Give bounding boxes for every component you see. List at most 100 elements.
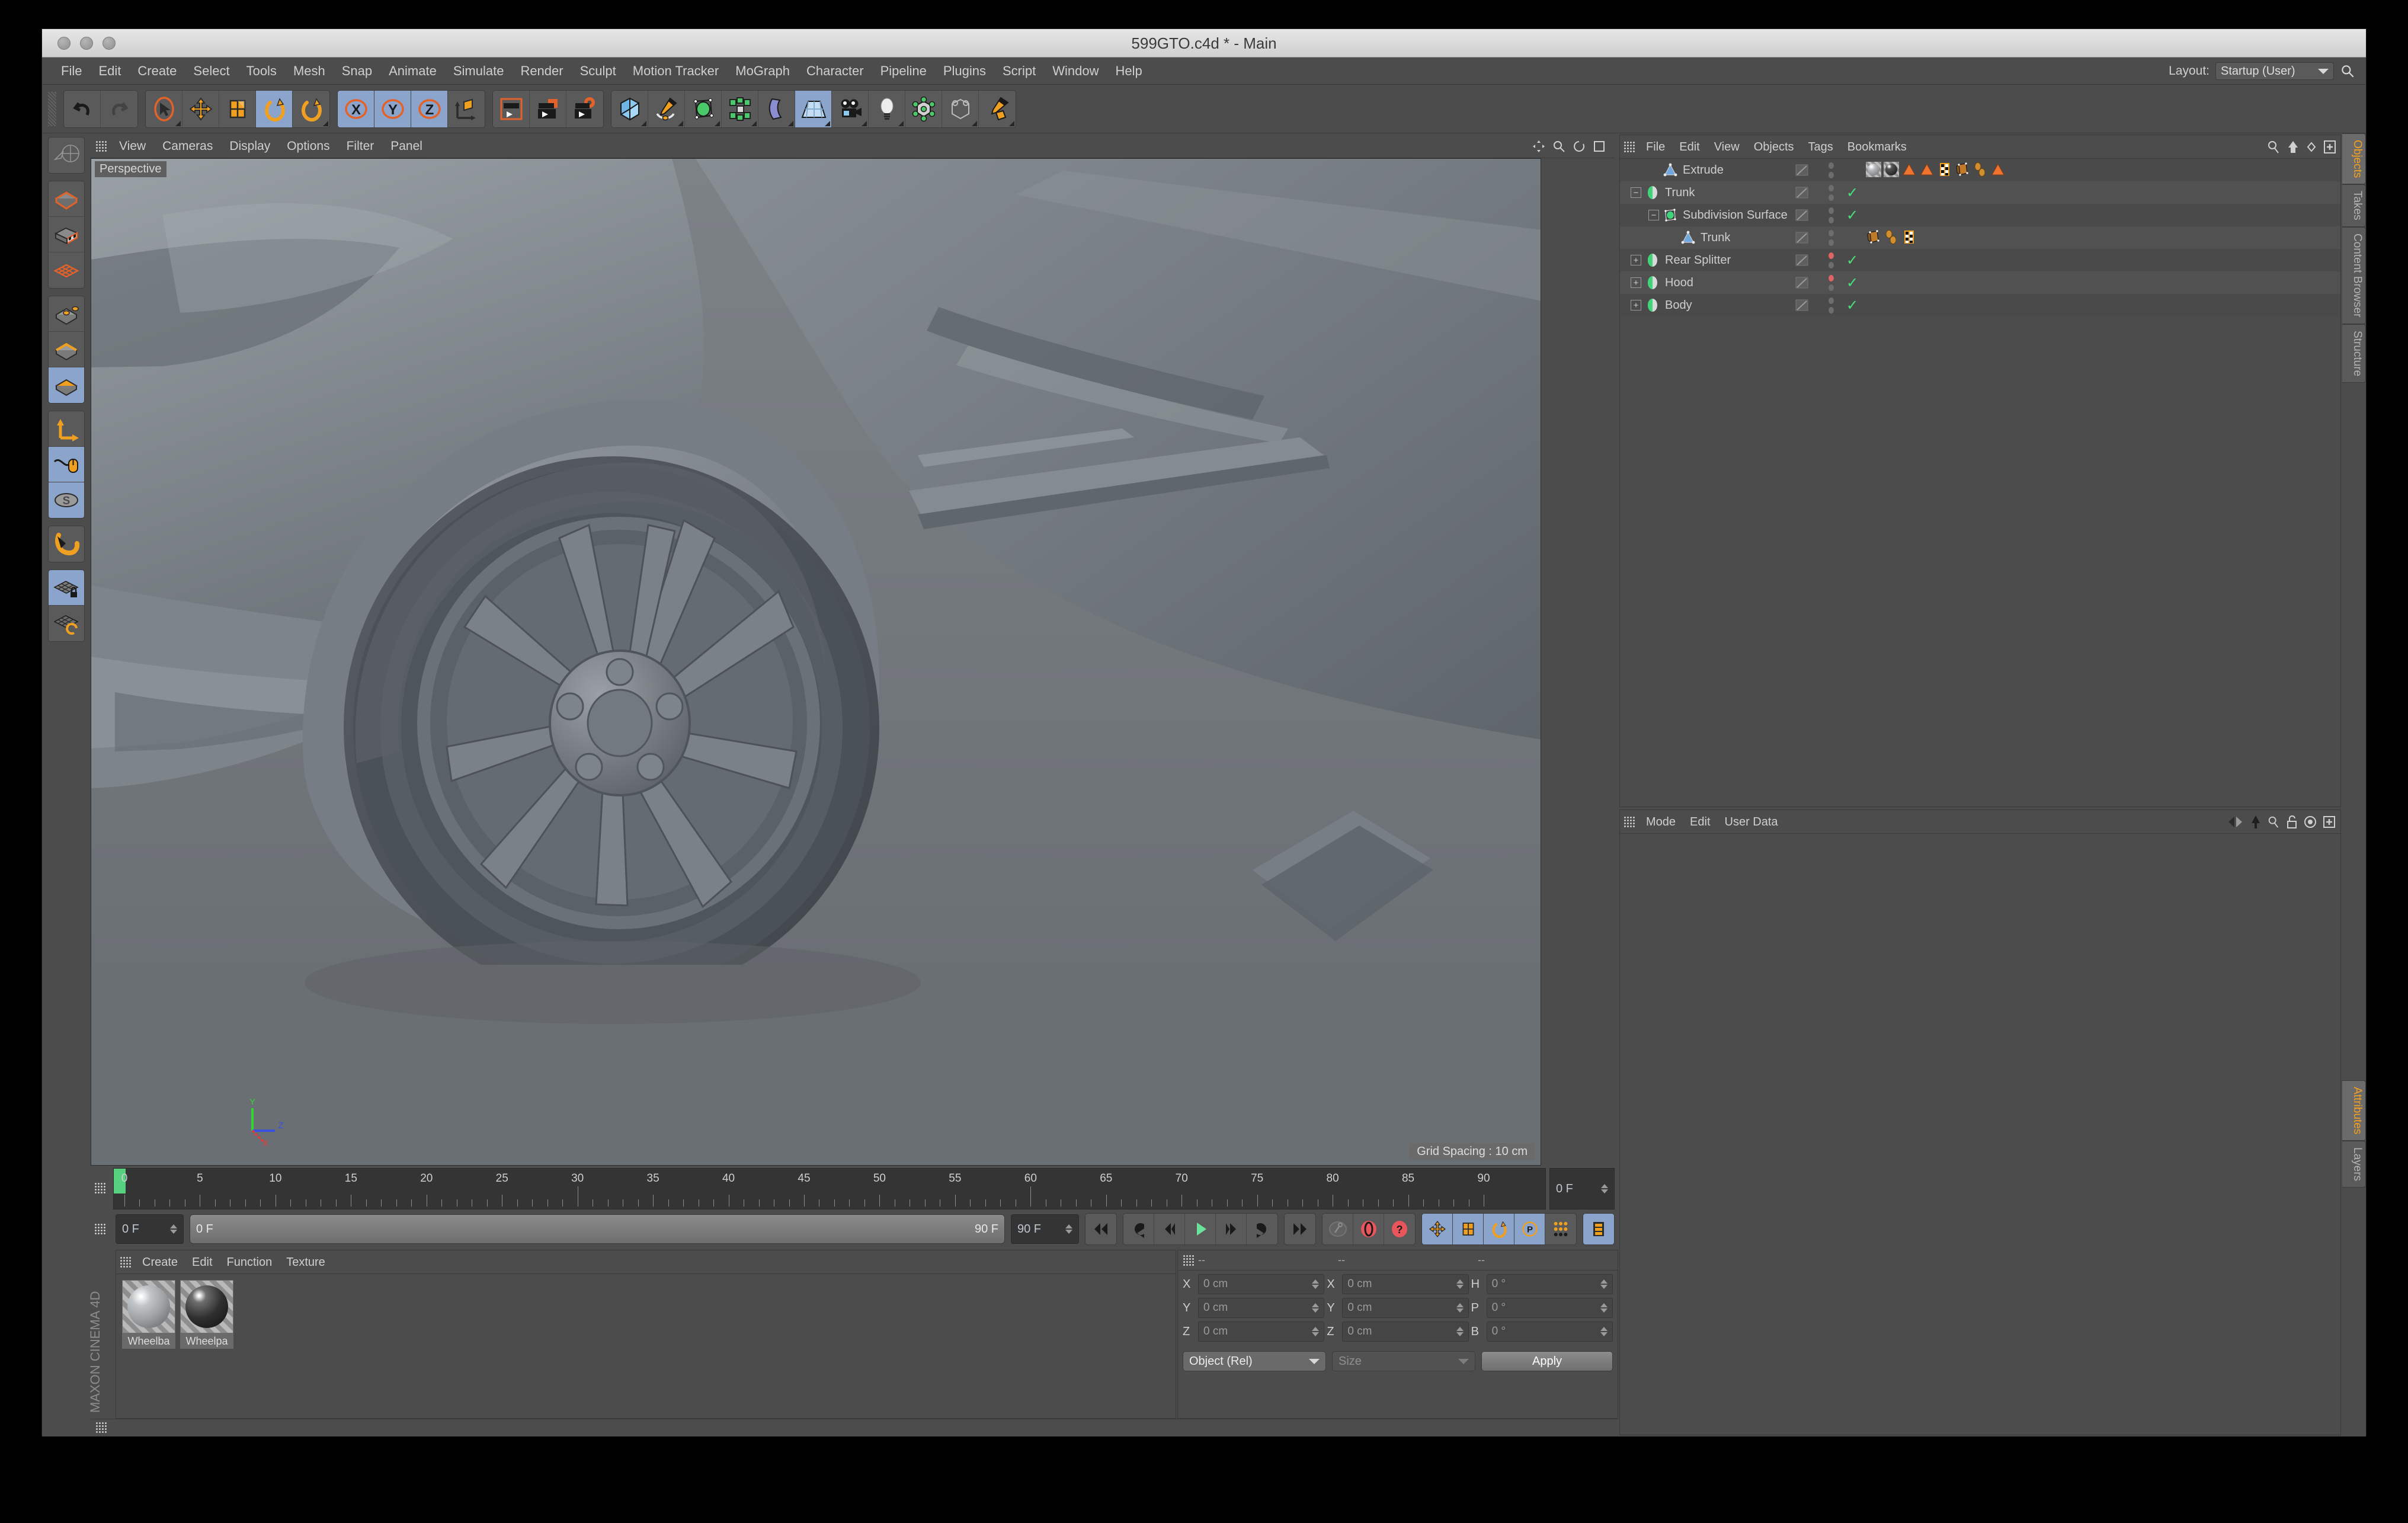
menu-select[interactable]: Select: [185, 57, 238, 85]
toolbar-grip[interactable]: [48, 91, 56, 126]
object-visibility-dots[interactable]: [1829, 162, 1834, 178]
menu-snap[interactable]: Snap: [334, 57, 380, 85]
tree-expander[interactable]: +: [1631, 277, 1641, 288]
attr-menu-edit[interactable]: Edit: [1683, 810, 1717, 834]
menu-window[interactable]: Window: [1044, 57, 1107, 85]
go-to-end-button[interactable]: [1285, 1214, 1315, 1244]
menu-plugins[interactable]: Plugins: [935, 57, 994, 85]
coord-mode-dropdown[interactable]: Object (Rel): [1183, 1351, 1326, 1371]
uvw-tag-icon[interactable]: [1972, 162, 1988, 177]
viewport-menu-filter[interactable]: Filter: [338, 135, 383, 158]
pin-icon[interactable]: [2250, 815, 2261, 829]
new-layer-icon[interactable]: [2323, 140, 2337, 154]
axis-z-button[interactable]: Z: [411, 90, 448, 127]
size-x-input[interactable]: 0 cm: [1342, 1274, 1469, 1294]
viewport-menu-options[interactable]: Options: [278, 135, 338, 158]
stepper-icon[interactable]: [1456, 1279, 1464, 1289]
selection-tag-icon[interactable]: [1919, 162, 1935, 177]
stepper-icon[interactable]: [1312, 1303, 1320, 1313]
step-back-button[interactable]: [1154, 1214, 1185, 1244]
object-visibility-dots[interactable]: [1829, 207, 1834, 223]
array-button[interactable]: [722, 90, 758, 127]
record-active-objects-button[interactable]: [1353, 1214, 1384, 1244]
material-menu-create[interactable]: Create: [135, 1250, 185, 1274]
key-position-button[interactable]: [1422, 1214, 1453, 1244]
tree-expander[interactable]: +: [1631, 300, 1641, 311]
tab-attributes[interactable]: Attributes: [2342, 1080, 2366, 1141]
autokey-dial-button[interactable]: [1323, 1214, 1353, 1244]
render-picture-viewer-button[interactable]: [530, 90, 566, 127]
key-rotation-button[interactable]: [1484, 1214, 1514, 1244]
end-frame-field[interactable]: 90 F: [1011, 1214, 1079, 1244]
menu-animate[interactable]: Animate: [380, 57, 445, 85]
object-layer-swatch[interactable]: [1794, 207, 1810, 223]
axis-x-button[interactable]: X: [338, 90, 374, 127]
object-visibility-dots[interactable]: [1829, 297, 1834, 313]
camera-button[interactable]: [832, 90, 869, 127]
apply-button[interactable]: Apply: [1481, 1351, 1613, 1371]
tab-structure[interactable]: Structure: [2342, 324, 2366, 383]
scale-button[interactable]: [219, 90, 256, 127]
rotate-view-icon[interactable]: [1572, 139, 1586, 153]
menu-sculpt[interactable]: Sculpt: [572, 57, 625, 85]
phong-tag-icon[interactable]: [1866, 229, 1881, 245]
target-icon[interactable]: [2304, 815, 2317, 828]
menu-motion-tracker[interactable]: Motion Tracker: [625, 57, 728, 85]
redo-button[interactable]: [101, 90, 137, 127]
menu-mograph[interactable]: MoGraph: [727, 57, 798, 85]
texture-mode-button[interactable]: [49, 217, 84, 252]
material-menu-texture[interactable]: Texture: [279, 1250, 332, 1274]
viewport-menu-display[interactable]: Display: [221, 135, 278, 158]
polygon-pen-button[interactable]: [979, 90, 1016, 127]
material-item[interactable]: Wheelpa: [180, 1280, 233, 1349]
stepper-icon[interactable]: [1312, 1279, 1320, 1289]
panel-drag-handle-icon[interactable]: [120, 1256, 132, 1268]
material-menu-function[interactable]: Function: [220, 1250, 280, 1274]
next-keyframe-button[interactable]: [1247, 1214, 1277, 1244]
object-visibility-dots[interactable]: [1829, 230, 1834, 246]
polygons-mode-button[interactable]: [49, 367, 84, 403]
object-enabled-check[interactable]: ✓: [1846, 276, 1858, 290]
stepper-icon[interactable]: [1312, 1327, 1320, 1336]
object-layer-swatch[interactable]: [1794, 162, 1810, 178]
pos-x-input[interactable]: 0 cm: [1198, 1274, 1325, 1294]
status-drag-handle-icon[interactable]: [95, 1422, 107, 1434]
material-grey-icon[interactable]: [1866, 162, 1881, 177]
keyframe-selection-button[interactable]: [1583, 1214, 1614, 1244]
menu-render[interactable]: Render: [512, 57, 571, 85]
tab-takes[interactable]: Takes: [2342, 184, 2366, 228]
controls-drag-handle-icon[interactable]: [94, 1223, 106, 1235]
menu-create[interactable]: Create: [129, 57, 185, 85]
key-pla-button[interactable]: [1545, 1214, 1576, 1244]
tab-objects[interactable]: Objects: [2342, 133, 2366, 185]
frame-range-slider[interactable]: 0 F 90 F: [190, 1214, 1005, 1244]
rot-b-input[interactable]: 0 °: [1486, 1322, 1613, 1342]
selection-tag-icon[interactable]: [1990, 162, 2006, 177]
new-icon[interactable]: [2323, 815, 2336, 828]
step-forward-button[interactable]: [1216, 1214, 1247, 1244]
viewport-menu-cameras[interactable]: Cameras: [154, 135, 221, 158]
stepper-icon[interactable]: [170, 1224, 177, 1234]
move-button[interactable]: [182, 90, 219, 127]
om-menu-bookmarks[interactable]: Bookmarks: [1840, 135, 1914, 159]
object-layer-swatch[interactable]: [1794, 275, 1810, 290]
filter-arrow-icon[interactable]: [2286, 140, 2300, 154]
workplane-mode-button[interactable]: [49, 252, 84, 288]
points-mode-button[interactable]: [49, 296, 84, 332]
object-row[interactable]: + Hood ✓: [1620, 271, 2340, 294]
object-enabled-check[interactable]: ✓: [1846, 299, 1858, 313]
axis-modify-button[interactable]: [49, 411, 84, 447]
deformer-cage-button[interactable]: [942, 90, 979, 127]
null-points-button[interactable]: [905, 90, 942, 127]
material-thumbnail[interactable]: [122, 1280, 175, 1333]
stepper-icon[interactable]: [1600, 1327, 1608, 1336]
material-thumbnail[interactable]: [180, 1280, 233, 1333]
world-object-axis-button[interactable]: [448, 90, 485, 127]
workplane-lock-button[interactable]: [49, 570, 84, 606]
object-row[interactable]: Trunk: [1620, 226, 2340, 249]
pos-z-input[interactable]: 0 cm: [1198, 1322, 1325, 1342]
timeline-ruler[interactable]: 0 5 10 15 20 25 30 35 40 45 50 55 60 65 70 75 80 85 90: [113, 1168, 1546, 1210]
spline-pen-button[interactable]: [648, 90, 685, 127]
soft-selection-button[interactable]: S: [49, 482, 84, 518]
make-editable-button[interactable]: [49, 137, 84, 173]
